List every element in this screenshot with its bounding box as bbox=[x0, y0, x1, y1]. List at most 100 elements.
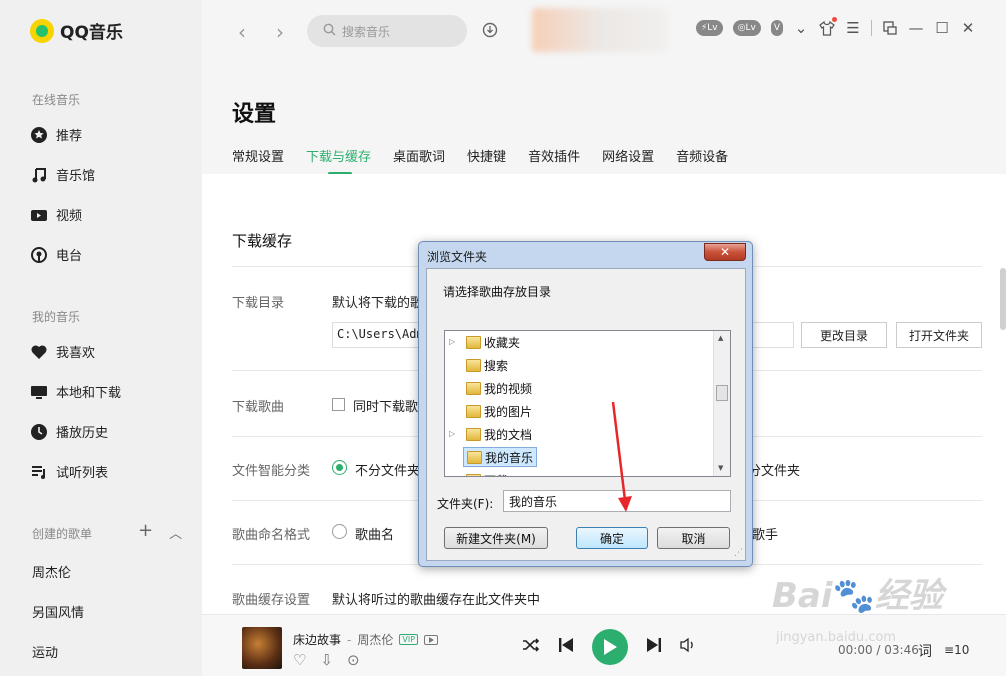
sidebar-item-radio[interactable]: 电台 bbox=[30, 245, 82, 264]
tab-general[interactable]: 常规设置 bbox=[232, 146, 284, 165]
tab-shortcuts[interactable]: 快捷键 bbox=[467, 146, 506, 165]
collapse-chevron-icon[interactable]: ︿ bbox=[169, 523, 182, 542]
top-bar: ‹ › 搜索音乐 ⚡Lv ◎Lv V ⌄ ☰ — ☐ ✕ bbox=[202, 0, 1006, 66]
search-icon bbox=[323, 23, 336, 39]
folder-name-input[interactable]: 我的音乐 bbox=[503, 490, 731, 512]
sidebar-item-label: 播放历史 bbox=[56, 426, 109, 441]
tree-item-my-music[interactable]: 我的音乐 bbox=[463, 447, 538, 467]
sidebar-item-favorites[interactable]: 我喜欢 bbox=[30, 342, 95, 361]
like-heart-icon[interactable]: ♡ bbox=[293, 651, 306, 669]
app-logo[interactable]: QQ音乐 bbox=[30, 18, 123, 43]
cancel-button[interactable]: 取消 bbox=[657, 527, 730, 549]
green-diamond-badge-icon[interactable]: ◎Lv bbox=[732, 20, 761, 36]
change-directory-button[interactable]: 更改目录 bbox=[801, 322, 887, 348]
pictures-folder-icon bbox=[466, 404, 481, 418]
mini-mode-icon[interactable] bbox=[882, 20, 898, 36]
sidebar-item-local-download[interactable]: 本地和下载 bbox=[30, 382, 121, 401]
song-artist[interactable]: 周杰伦 bbox=[357, 631, 393, 648]
shuffle-icon[interactable] bbox=[522, 637, 540, 657]
user-profile-area[interactable] bbox=[532, 8, 667, 52]
sidebar-playlist-item[interactable]: 运动 bbox=[32, 642, 58, 661]
sidebar: QQ音乐 在线音乐 推荐 音乐馆 视频 电台 我的音乐 我喜欢 本地和下载 播放… bbox=[0, 0, 202, 676]
volume-icon[interactable] bbox=[680, 637, 698, 657]
sidebar-item-recommend[interactable]: 推荐 bbox=[30, 125, 82, 144]
music-folder-icon bbox=[467, 450, 482, 464]
tab-download-cache[interactable]: 下载与缓存 bbox=[306, 146, 371, 175]
search-input[interactable]: 搜索音乐 bbox=[307, 15, 467, 47]
heart-icon bbox=[30, 343, 48, 361]
sidebar-playlist-item[interactable]: 另国风情 bbox=[32, 602, 84, 621]
resize-grip-icon[interactable]: ⋰ bbox=[734, 548, 743, 558]
tree-item-downloads[interactable]: 下载 bbox=[463, 470, 511, 476]
tree-item-my-videos[interactable]: 我的视频 bbox=[463, 378, 535, 398]
created-playlists-title: 创建的歌单 bbox=[32, 527, 93, 541]
tree-item-favorites[interactable]: 收藏夹 bbox=[463, 332, 523, 352]
smart-sort-label: 文件智能分类 bbox=[232, 464, 311, 479]
song-title[interactable]: 床边故事 bbox=[293, 631, 341, 648]
download-song-checkbox[interactable] bbox=[332, 398, 345, 411]
tree-item-my-pictures[interactable]: 我的图片 bbox=[463, 401, 535, 421]
search-folder-icon bbox=[466, 358, 481, 372]
maximize-icon[interactable]: ☐ bbox=[934, 19, 950, 37]
tab-audio-device[interactable]: 音频设备 bbox=[676, 146, 728, 165]
artist-option: 歌手 bbox=[752, 528, 779, 543]
new-folder-button[interactable]: 新建文件夹(M) bbox=[444, 527, 548, 549]
section-title: 下载缓存 bbox=[232, 232, 293, 250]
add-playlist-icon[interactable]: + bbox=[138, 520, 153, 542]
sidebar-item-music-hall[interactable]: 音乐馆 bbox=[30, 165, 95, 184]
downloads-folder-icon bbox=[466, 473, 481, 476]
open-folder-button[interactable]: 打开文件夹 bbox=[896, 322, 982, 348]
scroll-down-icon[interactable]: ▼ bbox=[718, 464, 723, 472]
scroll-up-icon[interactable]: ▲ bbox=[718, 334, 723, 342]
folder-tree: ▷ 收藏夹 搜索 我的视频 我的图片 ▷ 我的文档 我的音乐 下载 ▲ ▼ bbox=[444, 330, 731, 477]
dialog-close-button[interactable]: ✕ bbox=[704, 243, 746, 261]
tab-network[interactable]: 网络设置 bbox=[602, 146, 654, 165]
no-folder-radio[interactable] bbox=[332, 460, 347, 475]
lyrics-button[interactable]: 词 bbox=[918, 641, 932, 661]
settings-header: 设置 常规设置 下载与缓存 桌面歌词 快捷键 音效插件 网络设置 音频设备 bbox=[202, 66, 1006, 175]
sidebar-item-label: 试听列表 bbox=[56, 466, 109, 481]
dialog-title: 浏览文件夹 bbox=[427, 250, 488, 264]
download-song-option: 同时下载歌 bbox=[353, 400, 419, 415]
tree-item-search[interactable]: 搜索 bbox=[463, 355, 511, 375]
sidebar-item-video[interactable]: 视频 bbox=[30, 205, 82, 224]
song-name-radio[interactable] bbox=[332, 524, 347, 539]
download-dir-label: 下载目录 bbox=[232, 296, 285, 311]
mv-icon[interactable] bbox=[424, 634, 439, 645]
tree-item-my-documents[interactable]: 我的文档 bbox=[463, 424, 535, 444]
minimize-icon[interactable]: — bbox=[908, 19, 924, 37]
sidebar-item-label: 视频 bbox=[56, 209, 83, 224]
my-music-title: 我的音乐 bbox=[32, 310, 81, 324]
scrollbar[interactable] bbox=[1000, 268, 1006, 330]
more-icon[interactable]: ⊙ bbox=[347, 651, 360, 669]
expand-arrow-icon[interactable]: ▷ bbox=[449, 429, 455, 438]
expand-arrow-icon[interactable]: ▷ bbox=[449, 337, 455, 346]
album-cover[interactable] bbox=[242, 627, 282, 669]
chevron-down-icon[interactable]: ⌄ bbox=[793, 19, 809, 37]
menu-icon[interactable]: ☰ bbox=[845, 19, 861, 37]
back-arrow-icon[interactable]: ‹ bbox=[238, 20, 246, 44]
sidebar-item-trial-list[interactable]: 试听列表 bbox=[30, 462, 108, 481]
next-icon[interactable] bbox=[646, 637, 662, 657]
ok-button[interactable]: 确定 bbox=[576, 527, 648, 549]
tab-sound-plugins[interactable]: 音效插件 bbox=[528, 146, 580, 165]
skin-shirt-icon[interactable] bbox=[819, 17, 837, 36]
video-icon bbox=[30, 206, 48, 224]
voice-search-icon[interactable] bbox=[482, 22, 498, 44]
playlist-icon bbox=[30, 463, 48, 481]
vip-level-badge-icon[interactable]: ⚡Lv bbox=[695, 20, 723, 36]
download-icon[interactable]: ⇩ bbox=[320, 651, 333, 669]
play-queue-button[interactable]: ≡10 bbox=[944, 643, 969, 657]
forward-arrow-icon[interactable]: › bbox=[276, 20, 284, 44]
documents-folder-icon bbox=[466, 427, 481, 441]
tree-scroll-thumb[interactable] bbox=[716, 385, 728, 401]
verified-badge-icon[interactable]: V bbox=[770, 20, 783, 36]
play-button[interactable] bbox=[592, 629, 628, 665]
tab-desktop-lyrics[interactable]: 桌面歌词 bbox=[393, 146, 445, 165]
no-folder-option: 不分文件夹 bbox=[355, 464, 421, 479]
sidebar-playlist-item[interactable]: 周杰伦 bbox=[32, 562, 71, 581]
previous-icon[interactable] bbox=[558, 637, 574, 657]
close-icon[interactable]: ✕ bbox=[960, 19, 976, 37]
sidebar-item-history[interactable]: 播放历史 bbox=[30, 422, 108, 441]
tree-scrollbar[interactable]: ▲ ▼ bbox=[713, 331, 730, 476]
